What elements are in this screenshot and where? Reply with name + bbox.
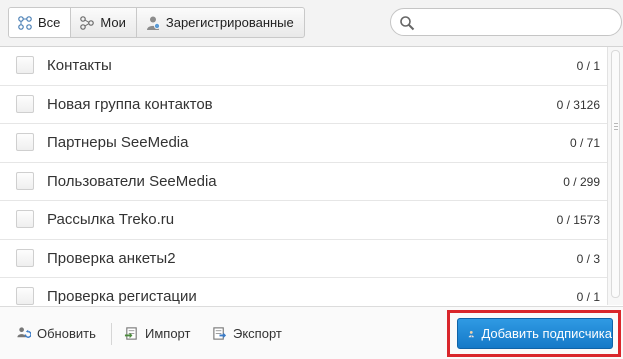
tab-all[interactable]: Все: [9, 8, 72, 37]
top-toolbar: Все Мои Зарегистрированные: [0, 0, 623, 47]
import-button[interactable]: Импорт: [124, 326, 190, 341]
group-count: 0 / 299: [563, 174, 600, 189]
list-item[interactable]: Контакты 0 / 1: [0, 47, 607, 86]
contacts-all-icon: [18, 15, 32, 30]
refresh-button[interactable]: Обновить: [16, 326, 96, 341]
group-name: Проверка регистации: [47, 288, 197, 305]
list-scrollbar[interactable]: [607, 47, 623, 305]
row-checkbox[interactable]: [16, 248, 34, 267]
import-icon: [124, 327, 137, 340]
toolbar-divider: [111, 323, 112, 345]
search-icon: [400, 16, 415, 31]
group-name: Рассылка Treko.ru: [47, 211, 175, 228]
search-box[interactable]: [390, 8, 622, 36]
row-checkbox[interactable]: [16, 171, 34, 190]
group-name: Проверка анкеты2: [47, 249, 176, 267]
list-item[interactable]: Рассылка Treko.ru 0 / 1573: [0, 201, 607, 240]
list-item[interactable]: Проверка анкеты2 0 / 3: [0, 240, 607, 278]
group-count: 0 / 1: [576, 59, 600, 73]
list-item[interactable]: Проверка регистации 0 / 1: [0, 278, 607, 305]
scroll-grip-line: [614, 126, 618, 127]
group-name: Контакты: [47, 57, 112, 74]
refresh-label: Обновить: [37, 326, 96, 341]
tab-mine-label: Мои: [100, 15, 126, 30]
group-count: 0 / 3: [576, 251, 600, 266]
group-count: 0 / 1: [576, 290, 600, 304]
list-item[interactable]: Новая группа контактов 0 / 3126: [0, 86, 607, 124]
add-subscriber-label: Добавить подписчика: [481, 326, 612, 341]
tab-registered[interactable]: Зарегистрированные: [137, 8, 304, 37]
row-checkbox[interactable]: [16, 56, 34, 74]
add-user-icon: [468, 330, 474, 337]
scroll-grip-line: [614, 123, 618, 124]
group-count: 0 / 71: [569, 136, 600, 150]
filter-tabs: Все Мои Зарегистрированные: [8, 7, 305, 38]
export-icon: [213, 327, 227, 340]
group-name: Пользователи SeeMedia: [47, 172, 217, 190]
group-name: Партнеры SeeMedia: [47, 134, 189, 151]
list-item[interactable]: Пользователи SeeMedia 0 / 299: [0, 163, 607, 201]
row-checkbox[interactable]: [16, 287, 34, 305]
search-input[interactable]: [421, 13, 615, 33]
import-label: Импорт: [145, 326, 191, 341]
scrollbar-thumb[interactable]: [611, 50, 620, 298]
add-subscriber-button[interactable]: Добавить подписчика: [457, 318, 613, 349]
group-name: Новая группа контактов: [47, 95, 213, 113]
group-count: 0 / 3126: [556, 97, 600, 112]
registered-users-icon: [146, 16, 160, 30]
refresh-icon: [17, 327, 31, 338]
group-count: 0 / 1573: [556, 213, 600, 227]
row-checkbox[interactable]: [16, 94, 34, 113]
group-list: Контакты 0 / 1 Новая группа контактов 0 …: [0, 47, 607, 305]
list-item[interactable]: Партнеры SeeMedia 0 / 71: [0, 124, 607, 163]
export-label: Экспорт: [233, 326, 282, 341]
tab-registered-label: Зарегистрированные: [165, 15, 294, 30]
tab-mine[interactable]: Мои: [71, 8, 137, 37]
row-checkbox[interactable]: [16, 133, 34, 151]
row-checkbox[interactable]: [16, 210, 34, 228]
contacts-mine-icon: [80, 15, 95, 30]
export-button[interactable]: Экспорт: [212, 326, 282, 341]
scroll-grip-line: [614, 129, 618, 130]
tab-all-label: Все: [38, 15, 61, 30]
